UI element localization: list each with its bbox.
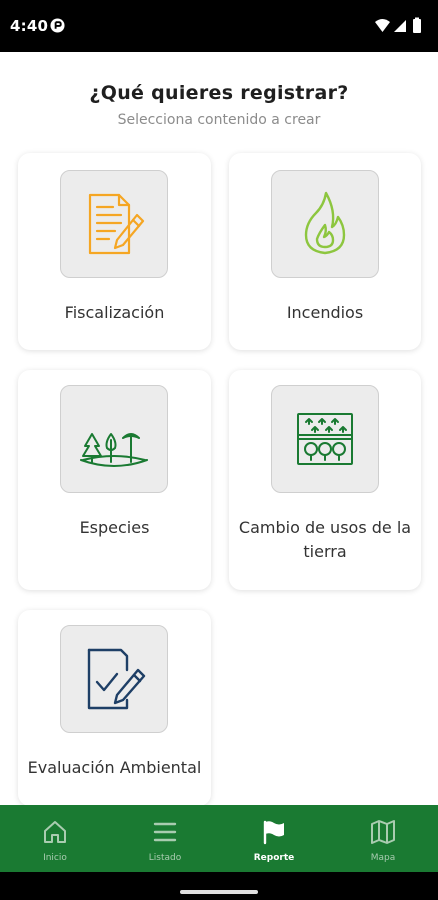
nav-label: Inicio	[43, 853, 67, 863]
nav-item-listado[interactable]: Listado	[110, 805, 220, 872]
card-icon-box	[60, 385, 168, 493]
status-icons	[375, 17, 421, 33]
card-label: Cambio de usos de la tierra	[238, 518, 412, 561]
card-label: Incendios	[286, 303, 364, 322]
wifi-icon	[375, 19, 390, 32]
signal-icon	[394, 20, 406, 32]
nav-item-mapa[interactable]: Mapa	[328, 805, 438, 872]
list-icon	[153, 822, 177, 842]
nav-label: Mapa	[370, 853, 396, 863]
nav-label: Listado	[148, 853, 182, 863]
page-title: ¿Qué quieres registrar?	[89, 82, 349, 104]
fire-icon	[304, 191, 346, 255]
card-icon-box	[271, 170, 379, 278]
battery-icon	[413, 17, 421, 33]
status-time: 4:40	[10, 17, 49, 35]
page-subtitle: Selecciona contenido a crear	[117, 112, 321, 128]
nav-label: Reporte	[253, 853, 295, 863]
bottom-nav: Inicio Listado Reporte Mapa	[0, 805, 438, 872]
land-use-grid-icon	[297, 413, 353, 465]
card-cambio-usos-tierra[interactable]: Cambio de usos de la tierra	[229, 370, 421, 590]
trees-icon	[80, 433, 148, 467]
card-incendios[interactable]: Incendios	[229, 153, 421, 350]
card-label: Fiscalización	[64, 303, 165, 322]
nav-item-inicio[interactable]: Inicio	[0, 805, 110, 872]
card-icon-box	[60, 625, 168, 733]
card-icon-box	[60, 170, 168, 278]
checklist-edit-icon	[87, 648, 146, 710]
card-label: Evaluación Ambiental	[27, 758, 202, 777]
card-label: Especies	[79, 518, 150, 537]
card-fiscalizacion[interactable]: Fiscalización	[18, 153, 211, 350]
status-bar: 4:40	[0, 0, 438, 52]
card-icon-box	[271, 385, 379, 493]
card-especies[interactable]: Especies	[18, 370, 211, 590]
header: ¿Qué quieres registrar? Selecciona conte…	[0, 82, 438, 128]
home-icon	[44, 821, 66, 843]
document-edit-icon	[88, 193, 145, 255]
home-gesture-handle[interactable]	[180, 890, 258, 894]
app-notification-icon	[50, 18, 65, 33]
card-evaluacion-ambiental[interactable]: Evaluación Ambiental	[18, 610, 211, 806]
map-icon	[371, 820, 395, 844]
flag-icon	[263, 820, 284, 845]
nav-item-reporte[interactable]: Reporte	[219, 805, 329, 872]
gesture-bar	[0, 872, 438, 900]
